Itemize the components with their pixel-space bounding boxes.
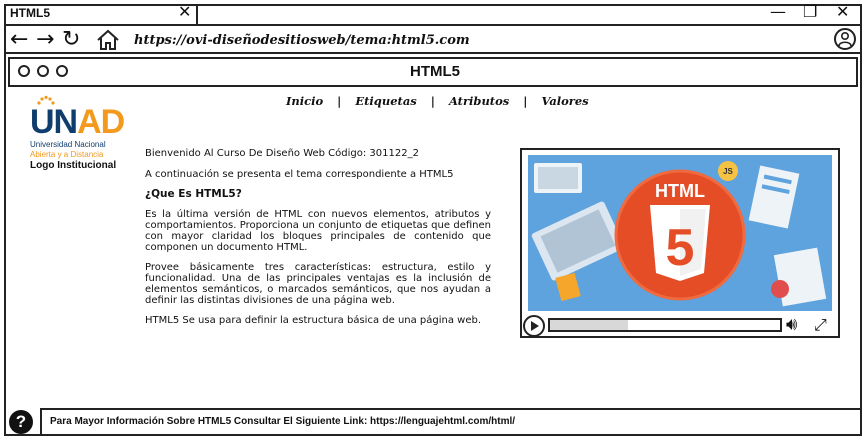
back-arrow-icon[interactable]: ←: [10, 28, 28, 52]
logo-caption: Logo Institucional: [30, 160, 117, 171]
fullscreen-icon[interactable]: ⤢: [814, 314, 827, 336]
video-progress-fill: [550, 320, 628, 330]
html-badge-text: HTML: [655, 181, 705, 201]
menu-item-etiquetas[interactable]: Etiquetas: [355, 94, 416, 110]
forward-arrow-icon[interactable]: →: [36, 28, 54, 52]
paragraph: HTML5 Se usa para definir la estructura …: [145, 315, 482, 326]
url-field[interactable]: https://ovi-diseñodesitiosweb/tema:html5…: [134, 33, 470, 48]
menu-item-valores[interactable]: Valores: [541, 94, 588, 110]
window-dot-icon: [37, 65, 49, 77]
page-title: HTML5: [410, 63, 460, 80]
welcome-text: Bienvenido Al Curso De Diseño Web Código…: [145, 148, 419, 159]
main-content: Bienvenido Al Curso De Diseño Web Código…: [145, 148, 491, 335]
menu-item-inicio[interactable]: Inicio: [286, 94, 323, 110]
volume-icon[interactable]: 🔊︎: [786, 314, 797, 336]
svg-text:JS: JS: [723, 167, 733, 176]
minimize-icon[interactable]: —: [770, 3, 786, 21]
unad-logo: UNAD: [30, 103, 125, 141]
section-heading: ¿Que Es HTML5?: [145, 188, 242, 200]
close-tab-icon[interactable]: ✕: [178, 3, 191, 21]
video-thumbnail[interactable]: JS HTML 5: [528, 155, 832, 311]
account-icon[interactable]: [834, 28, 856, 50]
university-subtitle: Abierta y a Distancia: [30, 150, 104, 159]
menu-separator: |: [523, 94, 528, 108]
close-window-icon[interactable]: ✕: [836, 3, 849, 21]
window-dot-icon: [18, 65, 30, 77]
main-menu: Inicio | Etiquetas | Atributos | Valores: [286, 94, 589, 110]
intro-text: A continuación se presenta el tema corre…: [145, 169, 454, 180]
reload-icon[interactable]: ↻: [62, 28, 80, 52]
menu-separator: |: [430, 94, 435, 108]
html5-number: 5: [666, 219, 695, 277]
menu-separator: |: [337, 94, 342, 108]
menu-item-atributos[interactable]: Atributos: [449, 94, 509, 110]
home-icon[interactable]: [96, 29, 120, 55]
university-name: Universidad Nacional: [30, 140, 106, 149]
help-icon[interactable]: ?: [9, 410, 33, 434]
tab-title: HTML5: [10, 6, 50, 20]
window-dot-icon: [56, 65, 68, 77]
paragraph: Es la última versión de HTML con nuevos …: [145, 209, 491, 253]
paragraph: Provee básicamente tres características:…: [145, 262, 491, 306]
restore-icon[interactable]: ❐: [803, 3, 817, 21]
play-button[interactable]: [523, 315, 545, 337]
footer-link-text[interactable]: Para Mayor Información Sobre HTML5 Consu…: [50, 416, 515, 427]
